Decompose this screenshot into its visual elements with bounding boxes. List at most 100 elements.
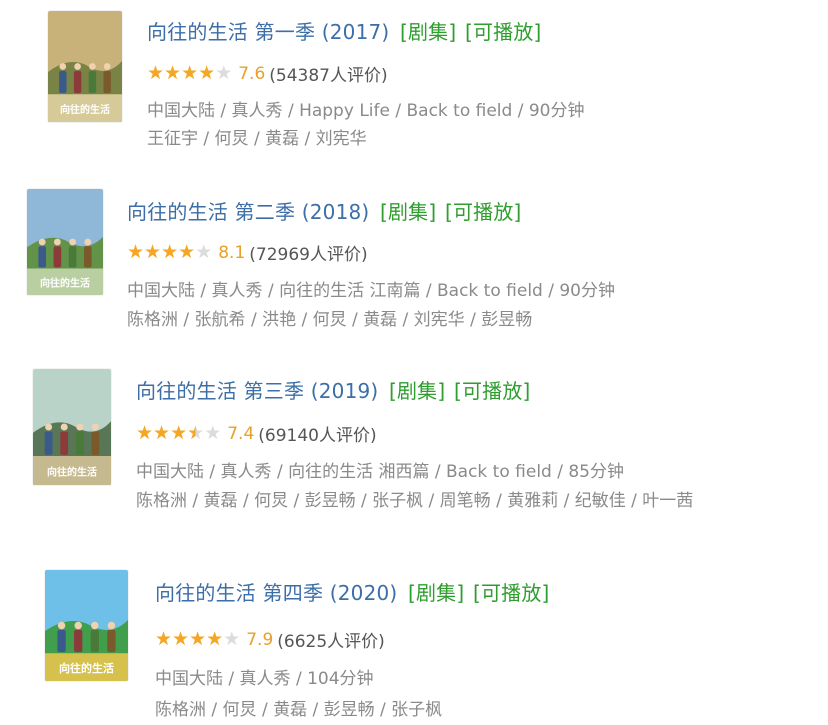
poster-figure-body <box>107 629 116 653</box>
poster-figure-head <box>89 63 96 70</box>
tag-episodes-link[interactable]: [剧集] <box>380 200 436 224</box>
poster-figure-body <box>88 70 97 94</box>
poster-figure-body <box>60 431 69 455</box>
poster-figure-head <box>60 423 68 431</box>
poster-title-text: 向往的生活 <box>60 103 110 116</box>
tag-episodes-link[interactable]: [剧集] <box>389 379 445 403</box>
poster-figure-body <box>53 246 62 268</box>
rating-votes: (72969人评价) <box>249 245 368 265</box>
rating-score: 7.9 <box>246 629 274 650</box>
tag-episodes-link[interactable]: [剧集] <box>408 581 464 605</box>
poster-figure-body <box>84 246 92 268</box>
tag-play-link[interactable]: [可播放] <box>465 20 542 44</box>
poster-figure-head <box>57 621 66 630</box>
star-filled-icon: ★ <box>136 422 154 444</box>
poster-figure-head <box>74 63 81 70</box>
star-empty-icon: ★ <box>195 241 213 263</box>
poster-figure-head <box>103 63 111 70</box>
star-filled-icon: ★ <box>170 422 188 444</box>
star-filled-icon: ★ <box>127 241 145 263</box>
poster-figure-body <box>90 629 99 653</box>
poster-figure-body <box>91 431 100 455</box>
poster-image[interactable]: 向往的生活 <box>27 189 103 295</box>
entry-title-link[interactable]: 向往的生活 第四季 (2020) <box>155 581 397 605</box>
meta-info: 中国大陆 / 真人秀 / Happy Life / Back to field … <box>147 101 585 121</box>
poster-art: 向往的生活 <box>27 189 103 295</box>
star-filled-icon: ★ <box>189 628 207 650</box>
rating-row: ★ ★ ★ ★ ★ 7.6 (54387人评价) <box>147 61 388 87</box>
cast-list: 陈格洲 / 黄磊 / 何炅 / 彭昱畅 / 张子枫 / 周笔畅 / 黄雅莉 / … <box>136 491 694 511</box>
rating-votes: (6625人评价) <box>277 632 385 652</box>
poster-figure-body <box>75 431 84 455</box>
rating-score: 8.1 <box>218 242 246 263</box>
poster-figure-head <box>91 621 99 630</box>
tag-play-link[interactable]: [可播放] <box>473 581 550 605</box>
star-filled-icon: ★ <box>144 241 162 263</box>
entry-title-link[interactable]: 向往的生活 第三季 (2019) <box>136 379 378 403</box>
poster-title-text: 向往的生活 <box>59 661 114 675</box>
entry-title-link[interactable]: 向往的生活 第二季 (2018) <box>127 200 369 224</box>
meta-info: 中国大陆 / 真人秀 / 104分钟 <box>155 669 374 689</box>
star-rating: ★ ★ ★ ★ ★ <box>127 243 212 262</box>
entry-title-link[interactable]: 向往的生活 第一季 (2017) <box>147 20 389 44</box>
cast-list: 陈格洲 / 何炅 / 黄磊 / 彭昱畅 / 张子枫 <box>155 700 443 720</box>
cast-list: 王征宇 / 何炅 / 黄磊 / 刘宪华 <box>147 129 367 149</box>
poster-title-text: 向往的生活 <box>40 277 90 290</box>
poster-art: 向往的生活 <box>48 11 122 122</box>
poster-figure-head <box>69 238 77 246</box>
poster-figure-head <box>74 621 82 630</box>
rating-row: ★ ★ ★ ★ ★ 7.4 (69140人评价) <box>136 421 377 447</box>
rating-votes: (69140人评价) <box>258 426 377 446</box>
poster-figure-body <box>103 70 111 94</box>
rating-score: 7.4 <box>227 423 255 444</box>
poster-image[interactable]: 向往的生活 <box>48 11 122 122</box>
tag-play-link[interactable]: [可播放] <box>454 379 531 403</box>
poster-figure-head <box>91 423 99 431</box>
star-filled-icon: ★ <box>155 628 173 650</box>
poster-figure-body <box>73 70 82 94</box>
poster-image[interactable]: 向往的生活 <box>33 369 111 485</box>
tag-episodes-link[interactable]: [剧集] <box>400 20 456 44</box>
meta-info: 中国大陆 / 真人秀 / 向往的生活 江南篇 / Back to field /… <box>127 281 616 301</box>
star-filled-icon: ★ <box>147 62 165 84</box>
tag-play-link[interactable]: [可播放] <box>445 200 522 224</box>
poster-figure-body <box>74 629 83 653</box>
rating-row: ★ ★ ★ ★ ★ 8.1 (72969人评价) <box>127 240 368 266</box>
poster-image[interactable]: 向往的生活 <box>45 570 128 681</box>
star-filled-icon: ★ <box>206 628 224 650</box>
star-filled-icon: ★ <box>153 422 171 444</box>
poster-figure-head <box>38 238 46 246</box>
star-filled-icon: ★ <box>198 62 216 84</box>
poster-art: 向往的生活 <box>45 570 128 681</box>
star-empty-icon: ★ <box>215 62 233 84</box>
poster-figure-head <box>84 238 92 246</box>
poster-figure-head <box>53 238 61 246</box>
poster-figure-head <box>107 621 116 630</box>
poster-figure-head <box>45 423 53 431</box>
poster-figure-body <box>44 431 53 455</box>
rating-score: 7.6 <box>238 63 266 84</box>
poster-figure-body <box>59 70 67 94</box>
poster-figure-head <box>59 63 67 70</box>
rating-row: ★ ★ ★ ★ ★ 7.9 (6625人评价) <box>155 627 385 653</box>
star-empty-icon: ★ <box>204 422 222 444</box>
poster-figure-head <box>76 423 84 431</box>
cast-list: 陈格洲 / 张航希 / 洪艳 / 何炅 / 黄磊 / 刘宪华 / 彭昱畅 <box>127 310 533 330</box>
star-filled-icon: ★ <box>181 62 199 84</box>
poster-art: 向往的生活 <box>33 369 111 485</box>
star-filled-icon: ★ <box>178 241 196 263</box>
star-empty-icon: ★ <box>223 628 241 650</box>
star-filled-icon: ★ <box>164 62 182 84</box>
rating-votes: (54387人评价) <box>269 66 388 86</box>
star-filled-icon: ★ <box>161 241 179 263</box>
star-half-icon: ★ <box>187 422 205 444</box>
poster-figure-body <box>68 246 77 268</box>
star-rating: ★ ★ ★ ★ ★ <box>147 64 232 83</box>
poster-figure-body <box>38 246 46 268</box>
poster-figure-body <box>57 629 66 653</box>
poster-title-text: 向往的生活 <box>47 466 97 479</box>
star-filled-icon: ★ <box>172 628 190 650</box>
meta-info: 中国大陆 / 真人秀 / 向往的生活 湘西篇 / Back to field /… <box>136 462 625 482</box>
star-rating: ★ ★ ★ ★ ★ <box>136 424 221 443</box>
star-rating: ★ ★ ★ ★ ★ <box>155 630 240 649</box>
